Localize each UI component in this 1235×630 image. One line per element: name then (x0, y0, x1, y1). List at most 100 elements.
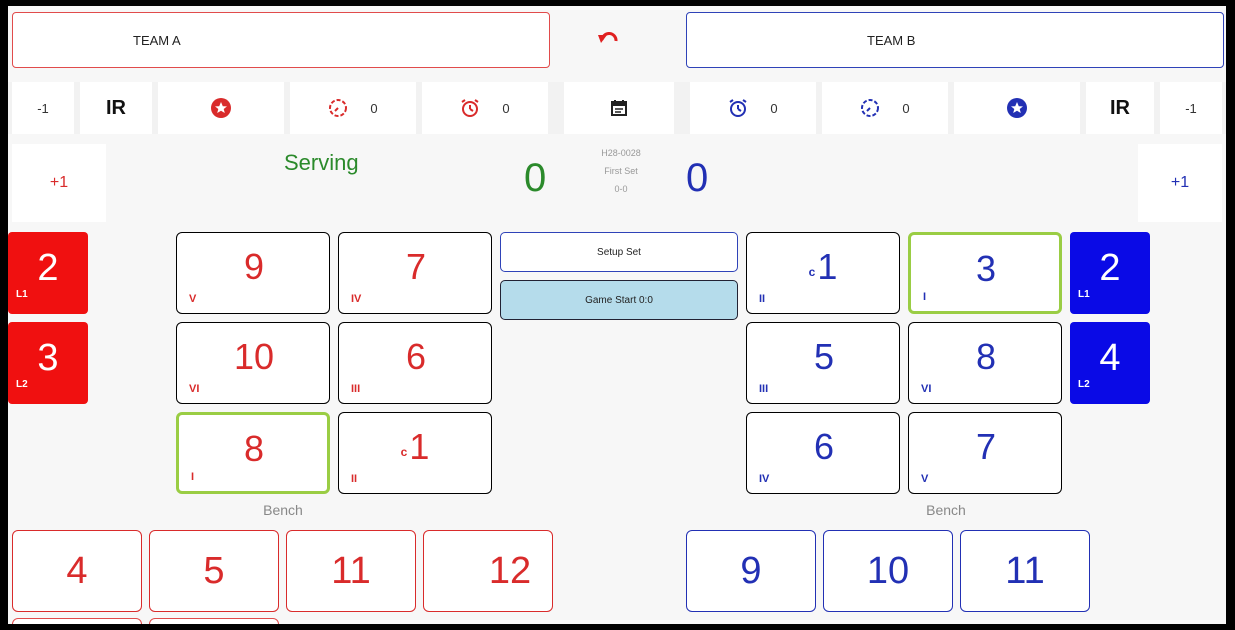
position-label: VI (189, 383, 200, 395)
position-label: II (351, 473, 358, 485)
team-b-player-card[interactable]: 7 V (908, 412, 1062, 494)
team-b-libero-2[interactable]: 4 L2 (1070, 322, 1150, 404)
alarm-count: 0 (502, 100, 510, 116)
undo-button[interactable] (594, 26, 624, 54)
team-b-player-card[interactable]: 5 III (746, 322, 900, 404)
team-a-bench-player[interactable]: 5 (149, 530, 279, 612)
team-b-bench-player[interactable]: 11 (960, 530, 1090, 612)
player-number-value: 3 (975, 248, 997, 289)
team-a-timeout-button[interactable]: 0 (290, 82, 416, 134)
setup-set-label: Setup Set (597, 246, 641, 258)
player-number-value: 1 (817, 246, 838, 287)
set-name: First Set (604, 166, 638, 176)
team-a-player-card[interactable]: 9 V (176, 232, 330, 314)
team-b-score: 0 (686, 156, 709, 200)
player-number-value: 7 (405, 246, 427, 287)
team-a-plus-one-button[interactable]: +1 (12, 144, 106, 222)
team-b-minus-one-button[interactable]: -1 (1160, 82, 1222, 134)
bench-number: 9 (740, 549, 762, 592)
player-number: 6 (747, 427, 899, 472)
bench-number: 5 (203, 549, 225, 592)
libero-tag: L2 (16, 379, 28, 390)
team-a-minus-one-button[interactable]: -1 (12, 82, 74, 134)
libero-number: 2 (37, 247, 59, 289)
alarm-icon (729, 99, 747, 117)
player-number-value: 1 (409, 426, 430, 467)
team-b-timeout-button[interactable]: 0 (822, 82, 948, 134)
team-b-bench-label: Bench (926, 502, 966, 518)
team-a-alarm-button[interactable]: 0 (422, 82, 548, 134)
player-number: 7 (339, 247, 491, 292)
player-number: 5 (747, 337, 899, 382)
bench-number: 11 (331, 549, 371, 592)
player-number-value: 5 (813, 336, 835, 377)
bench-number: 11 (1005, 549, 1045, 592)
team-b-name-field[interactable]: TEAM B (686, 12, 1224, 68)
team-b-player-card[interactable]: 8 VI (908, 322, 1062, 404)
position-label: VI (921, 383, 932, 395)
position-label: IV (351, 293, 362, 305)
timer-icon (329, 99, 348, 117)
team-a-star-button[interactable] (158, 82, 284, 134)
player-number-value: 8 (975, 336, 997, 377)
libero-number: 2 (1099, 247, 1121, 289)
bench-number: 4 (66, 549, 88, 592)
calendar-button[interactable] (564, 82, 674, 134)
team-b-player-card[interactable]: 6 IV (746, 412, 900, 494)
team-a-bench-player[interactable]: 4 (12, 530, 142, 612)
player-number-value: 6 (405, 336, 427, 377)
team-a-player-card[interactable]: 7 IV (338, 232, 492, 314)
player-number: c1 (747, 247, 899, 292)
team-a-player-card[interactable]: c1 II (338, 412, 492, 494)
team-b-bench-player[interactable]: 10 (823, 530, 953, 612)
team-b-alarm-button[interactable]: 0 (690, 82, 816, 134)
player-number-value: 10 (233, 336, 275, 377)
player-number-value: 7 (975, 426, 997, 467)
team-a-libero-1[interactable]: 2 L1 (8, 232, 88, 314)
ir-label: IR (106, 96, 126, 119)
team-a-ir-button[interactable]: IR (80, 82, 152, 134)
team-b-ir-button[interactable]: IR (1086, 82, 1154, 134)
game-start-button[interactable]: Game Start 0:0 (500, 280, 738, 320)
team-a-player-card[interactable]: 10 VI (176, 322, 330, 404)
player-number: 8 (909, 337, 1061, 382)
team-a-bench-player[interactable]: 12 (423, 530, 553, 612)
serving-label: Serving (284, 150, 359, 175)
team-b-plus-one-button[interactable]: +1 (1138, 144, 1222, 222)
bench-number: 10 (866, 549, 910, 592)
player-number: 6 (339, 337, 491, 382)
team-a-bench-player-partial[interactable] (149, 618, 279, 624)
player-number-value: 8 (243, 428, 265, 469)
position-label: I (923, 291, 927, 303)
star-icon (211, 98, 231, 118)
team-b-bench-player[interactable]: 9 (686, 530, 816, 612)
position-label: I (191, 471, 195, 483)
team-a-player-card[interactable]: 6 III (338, 322, 492, 404)
position-label: V (189, 293, 197, 305)
setup-set-button[interactable]: Setup Set (500, 232, 738, 272)
alarm-icon (461, 99, 479, 117)
player-number: 10 (177, 337, 329, 382)
team-b-star-button[interactable] (954, 82, 1080, 134)
plus-one-label: +1 (1170, 174, 1190, 191)
timeout-count: 0 (370, 100, 378, 116)
libero-number: 4 (1099, 337, 1121, 379)
team-a-name-field[interactable]: TEAM A (12, 12, 550, 68)
team-a-server-card[interactable]: 8 I (176, 412, 330, 494)
team-a-bench-player[interactable]: 11 (286, 530, 416, 612)
libero-tag: L2 (1078, 379, 1090, 390)
team-b-player-card[interactable]: c1 II (746, 232, 900, 314)
team-a-libero-2[interactable]: 3 L2 (8, 322, 88, 404)
position-label: III (759, 383, 769, 395)
player-number: c1 (339, 427, 491, 472)
position-label: V (921, 473, 929, 485)
match-info: H28-0028 First Set 0-0 (576, 144, 666, 198)
star-icon (1007, 98, 1027, 118)
player-number: 3 (911, 249, 1059, 294)
team-b-server-card[interactable]: 3 I (908, 232, 1062, 314)
libero-tag: L1 (16, 289, 28, 300)
captain-mark: c (808, 265, 816, 279)
team-b-libero-1[interactable]: 2 L1 (1070, 232, 1150, 314)
team-a-bench-player-partial[interactable] (12, 618, 142, 624)
player-number: 9 (177, 247, 329, 292)
